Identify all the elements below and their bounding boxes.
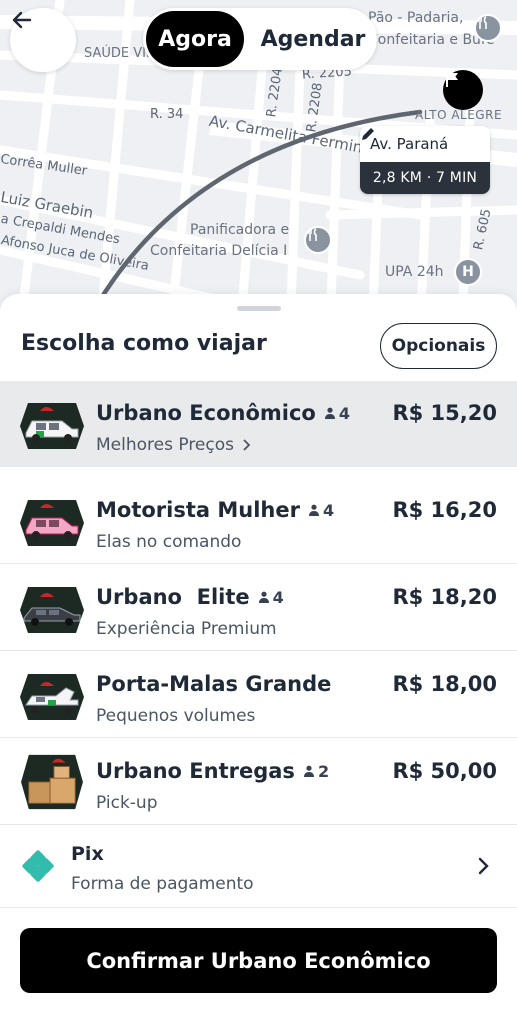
seat-count-value: 4 bbox=[272, 587, 284, 607]
ride-subtitle: Pequenos volumes bbox=[96, 706, 256, 726]
chevron-right-icon[interactable] bbox=[242, 439, 250, 451]
seat-count-value: 4 bbox=[322, 500, 335, 520]
poi-label-panificadora-2: Confeitaria Delícia I bbox=[150, 243, 288, 259]
area-label-alto-alegre: ALTO ALEGRE bbox=[415, 108, 503, 122]
toggle-now-button[interactable]: Agora bbox=[146, 11, 244, 67]
seat-count: 4 bbox=[324, 404, 350, 423]
time-mode-toggle: Agora Agendar bbox=[143, 8, 377, 70]
payment-subtitle: Forma de pagamento bbox=[71, 874, 254, 894]
confirm-ride-button[interactable]: Confirmar Urbano Econômico bbox=[20, 928, 497, 993]
destination-name: Av. Paraná bbox=[370, 135, 449, 153]
street-label-r34: R. 34 bbox=[150, 107, 184, 122]
ride-price: R$ 18,20 bbox=[392, 585, 497, 609]
poi-label-upa: UPA 24h bbox=[385, 264, 444, 280]
hospital-pin-icon[interactable]: H bbox=[454, 258, 482, 286]
arrow-left-icon bbox=[12, 11, 32, 29]
payment-title: Pix bbox=[71, 843, 104, 865]
ride-option-urbano-elite[interactable]: Urbano Elite 4 Experiência Premium R$ 18… bbox=[0, 565, 517, 651]
restaurant-pin-icon[interactable] bbox=[304, 226, 332, 254]
person-icon bbox=[303, 765, 314, 777]
distance-time-label: 2,8 KM · 7 MIN bbox=[360, 162, 490, 194]
seat-count-value: 2 bbox=[317, 761, 330, 781]
person-icon bbox=[324, 407, 335, 419]
ride-name: Porta-Malas Grande bbox=[96, 672, 332, 696]
white-car-icon bbox=[20, 403, 84, 449]
ride-subtitle: Experiência Premium bbox=[96, 619, 277, 639]
pink-car-icon bbox=[20, 500, 84, 546]
ride-options-sheet: Escolha como viajar Opcionais Urbano Eco… bbox=[0, 294, 517, 1024]
destination-card[interactable]: Av. Paraná 2,8 KM · 7 MIN bbox=[360, 126, 490, 194]
ride-subtitle: Pick-up bbox=[96, 793, 158, 813]
ride-option-porta-malas-grande[interactable]: Porta-Malas Grande Pequenos volumes R$ 1… bbox=[0, 652, 517, 738]
destination-flag-icon bbox=[443, 70, 483, 110]
person-icon bbox=[308, 504, 319, 516]
sheet-title: Escolha como viajar bbox=[21, 331, 267, 356]
ride-price: R$ 16,20 bbox=[392, 498, 497, 522]
black-car-icon bbox=[20, 587, 84, 633]
ride-subtitle: Elas no comando bbox=[96, 532, 242, 552]
poi-label-padaria: Pão - Padaria, bbox=[368, 10, 464, 26]
ride-option-urbano-entregas[interactable]: Urbano Entregas 2 Pick-up R$ 50,00 bbox=[0, 739, 517, 825]
seat-count: 2 bbox=[303, 762, 329, 781]
person-icon bbox=[258, 591, 269, 603]
back-button[interactable] bbox=[10, 8, 76, 72]
ride-price: R$ 15,20 bbox=[392, 401, 497, 425]
ride-name: Urbano Econômico bbox=[96, 401, 316, 425]
seat-count: 4 bbox=[308, 501, 334, 520]
seat-count-value: 4 bbox=[338, 403, 350, 423]
toggle-schedule-button[interactable]: Agendar bbox=[253, 11, 373, 67]
poi-label-panificadora: Panificadora e bbox=[190, 222, 290, 238]
ride-price: R$ 50,00 bbox=[392, 759, 497, 783]
payment-method-row[interactable]: Pix Forma de pagamento bbox=[0, 826, 517, 908]
restaurant-pin-icon[interactable] bbox=[474, 14, 502, 42]
ride-price: R$ 18,00 bbox=[392, 672, 497, 696]
ride-name: Motorista Mulher bbox=[96, 498, 300, 522]
seat-count: 4 bbox=[258, 588, 284, 607]
ride-option-urbano-economico[interactable]: Urbano Econômico 4 Melhores Preços R$ 15… bbox=[0, 381, 517, 467]
boxes-icon bbox=[21, 754, 83, 810]
ride-option-motorista-mulher[interactable]: Motorista Mulher 4 Elas no comando R$ 16… bbox=[0, 478, 517, 564]
ride-name: Urbano Entregas bbox=[96, 759, 295, 783]
pix-icon bbox=[22, 850, 54, 882]
ride-name: Urbano Elite bbox=[96, 585, 250, 609]
open-trunk-car-icon bbox=[20, 674, 84, 720]
options-button[interactable]: Opcionais bbox=[380, 323, 497, 369]
sheet-drag-handle[interactable] bbox=[237, 306, 281, 311]
ride-subtitle: Melhores Preços bbox=[96, 435, 234, 455]
chevron-right-icon bbox=[478, 857, 489, 875]
map-view[interactable]: Pão - Padaria, Confeitaria e Bufê SAÚDE … bbox=[0, 0, 517, 330]
